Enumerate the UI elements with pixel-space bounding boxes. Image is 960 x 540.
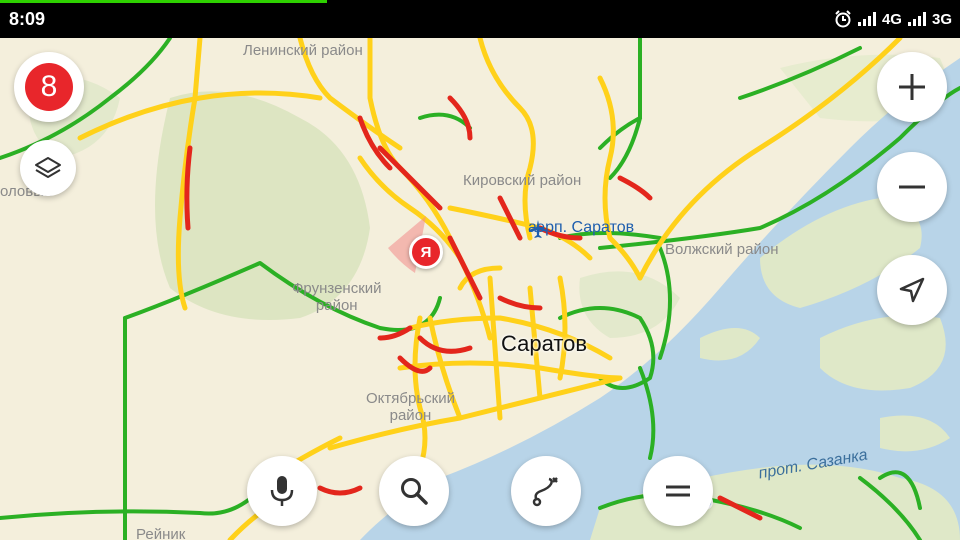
- signal-strength-icon-2: [907, 12, 926, 26]
- menu-button[interactable]: [643, 456, 713, 526]
- voice-search-button[interactable]: [247, 456, 317, 526]
- navigation-arrow-icon: [899, 277, 925, 303]
- route-button[interactable]: [511, 456, 581, 526]
- search-icon: [401, 478, 428, 505]
- district-label-leninsky: Ленинский район: [243, 42, 363, 59]
- district-label-oktyabrsky: Октябрьский район: [366, 390, 455, 424]
- airport-label[interactable]: аэрп. Саратов: [528, 219, 634, 238]
- zoom-out-button[interactable]: [877, 152, 947, 222]
- signal-strength-icon: [857, 12, 876, 26]
- network-type-1: 4G: [881, 10, 902, 28]
- airplane-icon: [529, 220, 547, 238]
- layers-button[interactable]: [20, 140, 76, 196]
- traffic-level-indicator: 8: [25, 63, 73, 111]
- district-label-frunzensky-line1: Фрунзенский: [292, 280, 382, 297]
- district-label-frunzensky: Фрунзенский район: [292, 280, 382, 314]
- network-type-2: 3G: [931, 10, 952, 28]
- district-label-oktyabrsky-line2: район: [389, 407, 432, 424]
- locate-me-button[interactable]: [877, 255, 947, 325]
- status-time: 8:09: [9, 9, 46, 29]
- plus-icon: [899, 74, 925, 100]
- search-button[interactable]: [379, 456, 449, 526]
- traffic-level-button[interactable]: 8: [14, 52, 84, 122]
- district-label-frunzensky-line2: район: [315, 297, 358, 314]
- user-location-pin[interactable]: Я: [409, 235, 443, 269]
- status-bar: 8:09 4G 3G: [0, 0, 960, 38]
- place-label-reinik: Рейник: [136, 526, 186, 540]
- district-label-kirovsky: Кировский район: [463, 172, 582, 189]
- district-label-volzhsky: Волжский район: [665, 241, 779, 258]
- menu-icon: [666, 485, 690, 497]
- zoom-in-button[interactable]: [877, 52, 947, 122]
- district-label-oktyabrsky-line1: Октябрьский: [366, 390, 455, 407]
- layers-icon: [35, 157, 61, 178]
- route-icon: [532, 477, 558, 507]
- minus-icon: [899, 185, 925, 189]
- loading-progress-bar: [0, 0, 327, 3]
- map-canvas[interactable]: Ленинский район Кировский район Волжский…: [0, 38, 960, 540]
- microphone-icon: [270, 476, 294, 506]
- status-icons: 4G 3G: [834, 10, 952, 28]
- alarm-clock-icon: [835, 10, 851, 28]
- city-label[interactable]: Саратов: [501, 331, 587, 357]
